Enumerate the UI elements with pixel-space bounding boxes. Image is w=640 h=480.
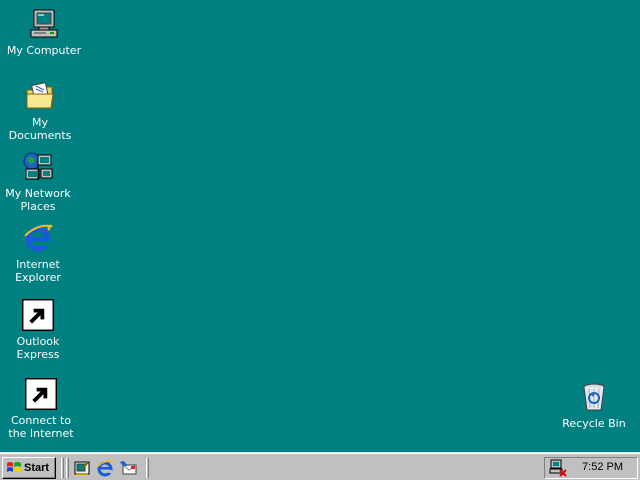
system-tray: 7:52 PM: [544, 457, 638, 479]
desktop-icon-my-computer[interactable]: My Computer: [6, 8, 82, 57]
shortcut-arrow-icon: [22, 299, 54, 331]
outlook-express-icon: [22, 299, 54, 331]
my-computer-icon: [28, 8, 60, 40]
folder-documents-icon: [24, 80, 56, 112]
desktop-icon-label: My Network Places: [5, 187, 71, 213]
windows-logo-icon: [7, 462, 21, 472]
connect-internet-icon: [25, 378, 57, 410]
outlook-express-icon[interactable]: [119, 459, 137, 477]
internet-explorer-icon: [22, 222, 54, 254]
desktop-icon-label: Outlook Express: [16, 335, 60, 361]
recycle-bin-icon: [578, 381, 610, 413]
desktop-icon-outlook-express[interactable]: Outlook Express: [0, 299, 76, 361]
network-places-icon: [22, 151, 54, 183]
desktop[interactable]: My Computer My Documents My Network Plac…: [0, 0, 640, 452]
shortcut-arrow-icon: [25, 378, 57, 410]
desktop-icon-label: Internet Explorer: [15, 258, 61, 284]
desktop-icon-my-documents[interactable]: My Documents: [2, 80, 78, 142]
start-button[interactable]: Start: [2, 457, 56, 479]
desktop-icon-internet-explorer[interactable]: Internet Explorer: [0, 222, 76, 284]
taskbar-separator: [61, 458, 64, 478]
desktop-icon-connect-to-internet[interactable]: Connect to the Internet: [3, 378, 79, 440]
show-desktop-icon[interactable]: [73, 459, 91, 477]
internet-explorer-icon[interactable]: [96, 459, 114, 477]
desktop-icon-recycle-bin[interactable]: Recycle Bin: [556, 381, 632, 430]
desktop-icon-label: My Documents: [8, 116, 72, 142]
clock[interactable]: 7:52 PM: [582, 461, 623, 473]
start-label: Start: [24, 462, 50, 474]
desktop-icon-label: Recycle Bin: [562, 417, 626, 430]
desktop-icon-label: My Computer: [6, 44, 82, 57]
desktop-icon-my-network-places[interactable]: My Network Places: [0, 151, 76, 213]
quick-launch-grip[interactable]: [66, 458, 69, 478]
desktop-icon-label: Connect to the Internet: [8, 414, 74, 440]
taskbar-separator: [146, 458, 149, 478]
taskbar: Start 7:52 PM: [0, 452, 640, 480]
network-disconnected-icon[interactable]: [549, 459, 567, 477]
